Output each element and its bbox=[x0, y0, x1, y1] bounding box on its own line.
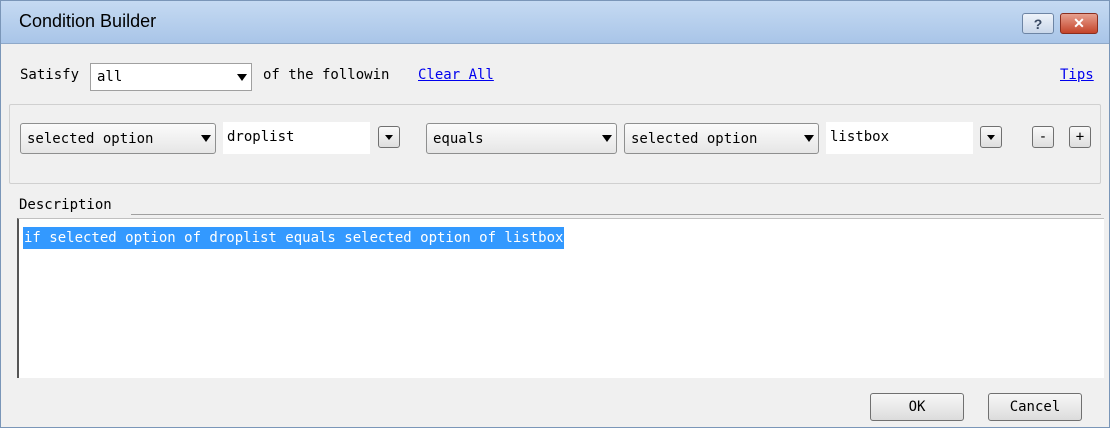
left-type-value: selected option bbox=[27, 130, 154, 147]
left-field-input[interactable]: droplist bbox=[223, 122, 370, 154]
close-button[interactable]: ✕ bbox=[1060, 13, 1098, 34]
ok-button[interactable]: OK bbox=[870, 393, 964, 421]
add-condition-button[interactable]: + bbox=[1069, 126, 1091, 148]
right-type-value: selected option bbox=[631, 130, 758, 147]
help-icon: ? bbox=[1033, 15, 1043, 32]
description-tab-label: Description bbox=[19, 197, 112, 213]
satisfy-select[interactable]: all bbox=[90, 63, 252, 91]
cancel-button[interactable]: Cancel bbox=[988, 393, 1082, 421]
chevron-down-icon bbox=[800, 135, 818, 142]
plus-icon: + bbox=[1075, 129, 1085, 145]
right-type-select[interactable]: selected option bbox=[624, 123, 819, 154]
chevron-down-icon bbox=[987, 134, 995, 140]
following-text: of the followin bbox=[263, 67, 390, 83]
title-bar[interactable]: Condition Builder ? ✕ bbox=[1, 1, 1109, 44]
chevron-down-icon bbox=[233, 73, 251, 81]
right-field-input[interactable]: listbox bbox=[826, 122, 973, 154]
satisfy-select-value: all bbox=[97, 69, 123, 85]
minus-icon: - bbox=[1038, 129, 1048, 145]
left-type-select[interactable]: selected option bbox=[20, 123, 216, 154]
clear-all-link[interactable]: Clear All bbox=[418, 67, 494, 83]
chevron-down-icon bbox=[598, 135, 616, 142]
satisfy-label: Satisfy bbox=[20, 67, 80, 83]
operator-value: equals bbox=[433, 130, 484, 147]
window-title: Condition Builder bbox=[19, 11, 157, 31]
left-field-picker-button[interactable] bbox=[378, 126, 400, 148]
operator-select[interactable]: equals bbox=[426, 123, 617, 154]
description-text: if selected option of droplist equals se… bbox=[23, 227, 565, 249]
right-field-picker-button[interactable] bbox=[980, 126, 1002, 148]
description-textarea[interactable]: if selected option of droplist equals se… bbox=[17, 218, 1104, 378]
tips-link[interactable]: Tips bbox=[1060, 67, 1094, 83]
remove-condition-button[interactable]: - bbox=[1032, 126, 1054, 148]
help-button[interactable]: ? bbox=[1022, 13, 1054, 34]
close-icon: ✕ bbox=[1073, 15, 1085, 31]
chevron-down-icon bbox=[385, 134, 393, 140]
condition-builder-window: Condition Builder ? ✕ Satisfy all of the… bbox=[0, 0, 1110, 428]
description-divider bbox=[131, 214, 1101, 215]
chevron-down-icon bbox=[197, 135, 215, 142]
